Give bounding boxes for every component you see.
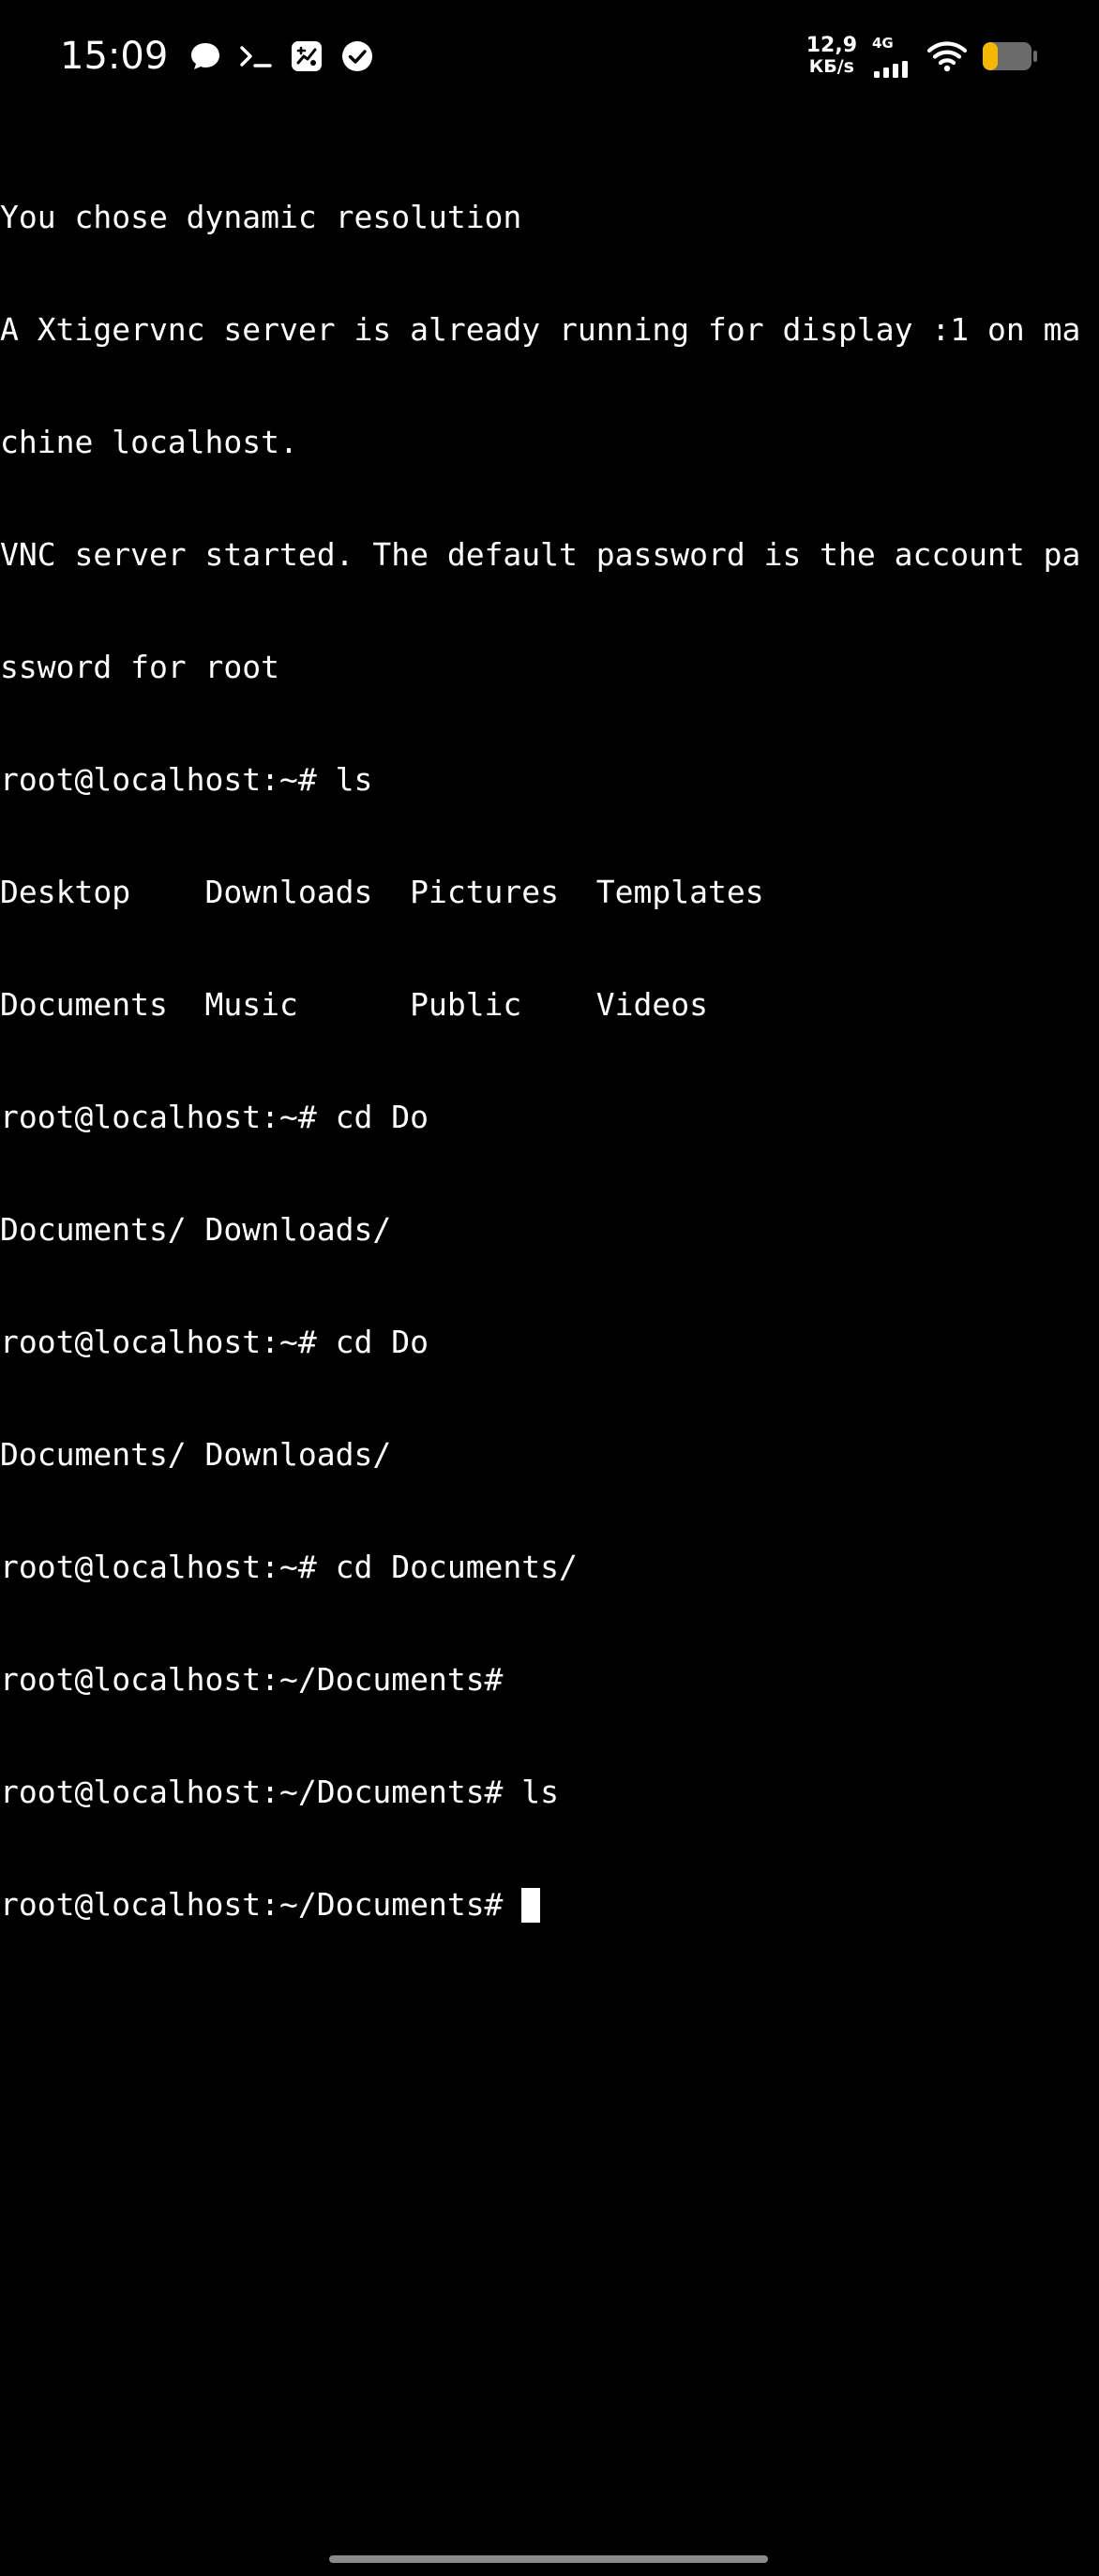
terminal-line: root@localhost:~# cd Documents/ [0, 1549, 578, 1585]
terminal-line: root@localhost:~# cd Do [0, 1099, 429, 1135]
status-bar-right: 12,9 КБ/s 4G [806, 26, 1039, 86]
status-time: 15:09 [60, 35, 169, 78]
terminal-line: ssword for root [0, 649, 280, 685]
terminal-prompt-icon [237, 37, 275, 75]
check-circle-icon [339, 37, 376, 75]
terminal-cursor[interactable] [521, 1888, 541, 1923]
terminal-line: Documents/ Downloads/ [0, 1211, 392, 1248]
network-speed-unit: КБ/s [808, 56, 854, 77]
gesture-navigation-bar[interactable] [329, 2555, 768, 2563]
cellular-signal-icon [874, 61, 908, 78]
terminal-input-line[interactable]: root@localhost:~/Documents# [0, 1886, 1099, 1924]
cellular-status: 4G [870, 33, 913, 80]
network-speed: 12,9 КБ/s [805, 34, 857, 78]
terminal-line: VNC server started. The default password… [0, 536, 1081, 573]
wifi-icon [926, 37, 968, 75]
chat-bubble-icon [187, 37, 224, 75]
terminal-line: root@localhost:~# ls [0, 761, 373, 798]
status-bar: 15:09 12,9 КБ/s 4G [0, 0, 1099, 112]
terminal-line: root@localhost:~/Documents# [0, 1661, 504, 1698]
app-notification-icon [288, 37, 325, 75]
terminal-line: You chose dynamic resolution [0, 199, 522, 235]
terminal-line: Documents/ Downloads/ [0, 1436, 392, 1473]
terminal-line: root@localhost:~# cd Do [0, 1324, 429, 1360]
terminal-prompt: root@localhost:~/Documents# [0, 1886, 522, 1923]
terminal-line: chine localhost. [0, 424, 298, 460]
terminal-line: Desktop Downloads Pictures Templates [0, 874, 764, 910]
terminal-line: Documents Music Public Videos [0, 986, 708, 1023]
network-type: 4G [872, 35, 894, 52]
status-bar-left: 15:09 [60, 26, 376, 86]
terminal-line: root@localhost:~/Documents# ls [0, 1774, 560, 1810]
battery-icon [981, 37, 1039, 75]
terminal-line: A Xtigervnc server is already running fo… [0, 311, 1081, 348]
network-speed-value: 12,9 [805, 34, 857, 57]
terminal-output[interactable]: You chose dynamic resolution A Xtigervnc… [0, 124, 1099, 1961]
